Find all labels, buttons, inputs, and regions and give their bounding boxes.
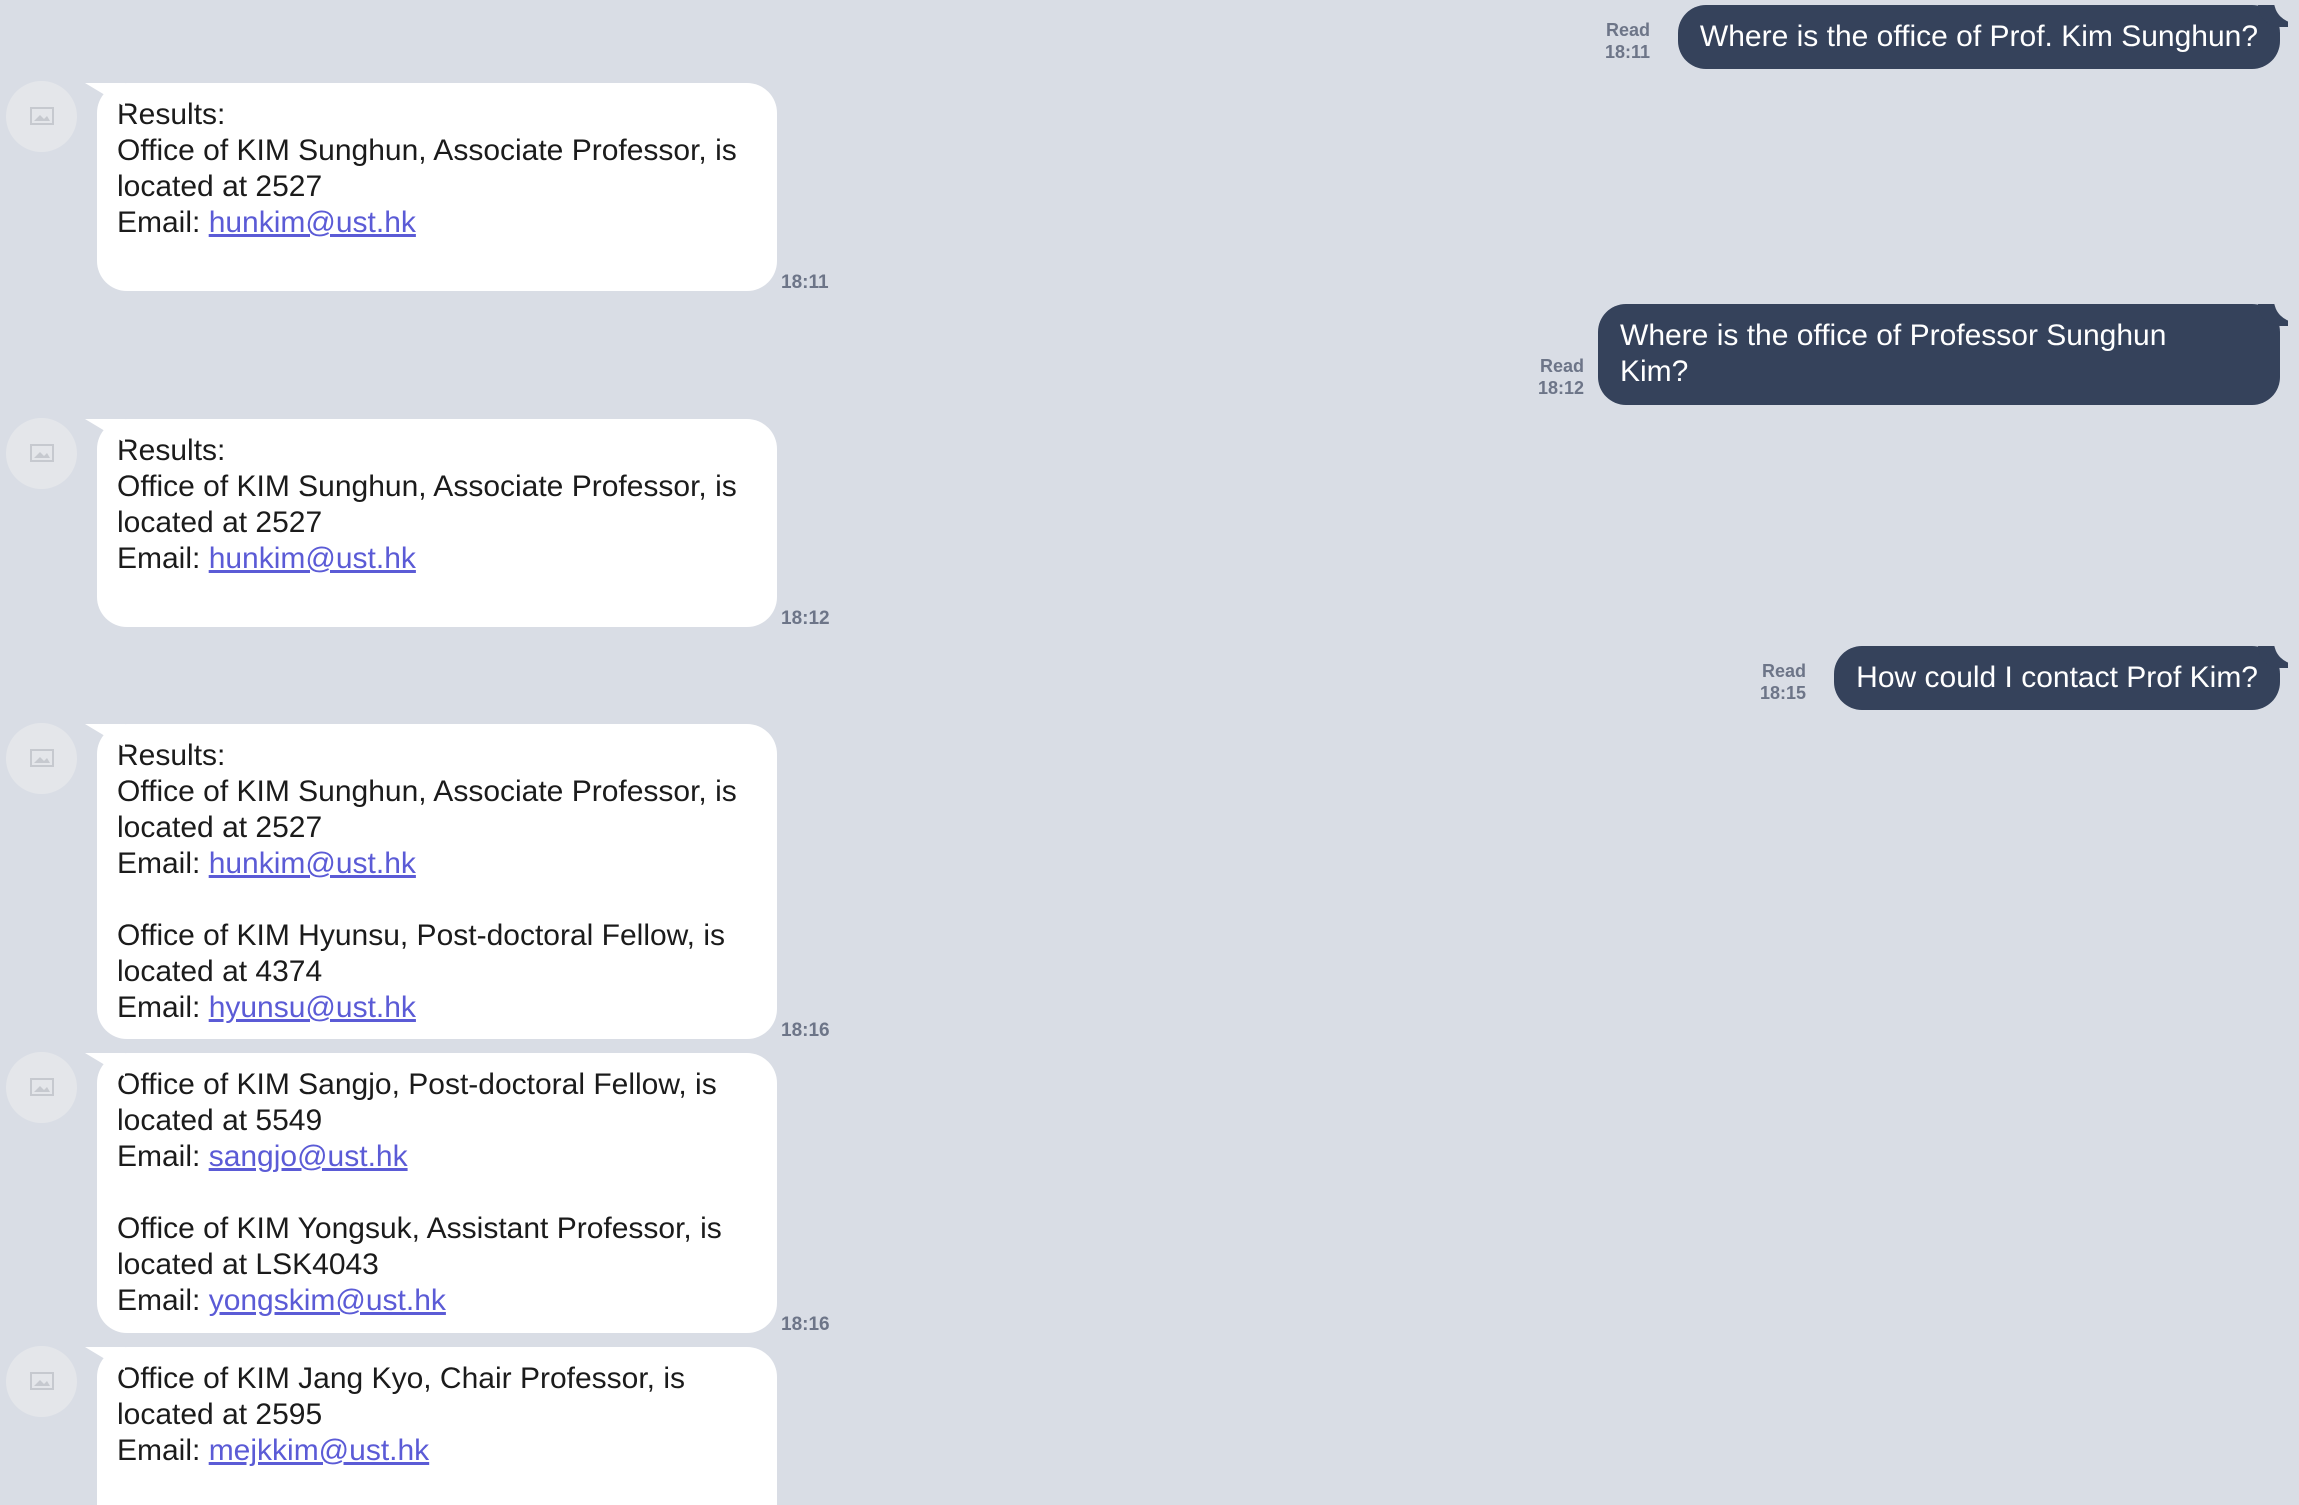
result-location: located at 2527 xyxy=(117,506,323,539)
read-receipt: Read 18:11 xyxy=(1580,19,1650,63)
incoming-bubble[interactable]: Results: Office of KIM Sunghun, Associat… xyxy=(97,419,777,627)
message-text: Where is the office of Prof. Kim Sunghun… xyxy=(1699,20,2258,53)
email-line: Email: hunkim@ust.hk xyxy=(117,541,757,577)
result-text: Office of KIM Yongsuk, Assistant Profess… xyxy=(117,1212,722,1245)
avatar[interactable] xyxy=(6,418,77,489)
read-status: Read xyxy=(1761,661,1806,681)
result-location: located at 2527 xyxy=(117,170,323,203)
image-placeholder-icon xyxy=(30,107,54,125)
results-label: Results: xyxy=(117,739,226,772)
email-link[interactable]: mejkkim@ust.hk xyxy=(209,1434,430,1467)
email-link[interactable]: hunkim@ust.hk xyxy=(209,206,416,239)
email-label: Email: xyxy=(117,1140,209,1173)
read-status: Read xyxy=(1539,356,1584,376)
results-label: Results: xyxy=(117,434,226,467)
incoming-bubble[interactable]: Office of KIM Sangjo, Post-doctoral Fell… xyxy=(97,1053,777,1333)
read-receipt: Read 18:15 xyxy=(1736,660,1806,704)
email-line: Email: yongskim@ust.hk xyxy=(117,1283,757,1319)
message-text: Where is the office of Professor Sunghun xyxy=(1620,319,2167,352)
image-placeholder-icon xyxy=(30,1372,54,1390)
message-text: Kim? xyxy=(1620,355,1689,388)
email-line: Email: mejkkim@ust.hk xyxy=(117,1433,757,1469)
email-label: Email: xyxy=(117,847,209,880)
avatar[interactable] xyxy=(6,1346,77,1417)
incoming-bubble[interactable]: Results: Office of KIM Sunghun, Associat… xyxy=(97,83,777,291)
image-placeholder-icon xyxy=(30,444,54,462)
email-link[interactable]: hyunsu@ust.hk xyxy=(209,991,416,1024)
result-location: located at 2527 xyxy=(117,811,323,844)
result-location: located at 5549 xyxy=(117,1104,323,1137)
email-label: Email: xyxy=(117,991,209,1024)
message-text: How could I contact Prof Kim? xyxy=(1856,661,2258,694)
message-time: 18:16 xyxy=(781,1020,830,1041)
message-time: 18:11 xyxy=(781,272,829,293)
message-time: 18:15 xyxy=(1759,683,1806,703)
email-label: Email: xyxy=(117,542,209,575)
result-text: Office of KIM Jang Kyo, Chair Professor,… xyxy=(117,1362,686,1395)
email-line: Email: sangjo@ust.hk xyxy=(117,1139,757,1175)
outgoing-bubble[interactable]: Where is the office of Professor Sunghun… xyxy=(1598,298,2299,405)
avatar[interactable] xyxy=(6,81,77,152)
image-placeholder-icon xyxy=(30,749,54,767)
result-location: located at LSK4043 xyxy=(117,1248,379,1281)
email-line: Email: hunkim@ust.hk xyxy=(117,205,757,241)
email-label: Email: xyxy=(117,1434,209,1467)
result-location: located at 4374 xyxy=(117,955,323,988)
read-receipt: Read 18:12 xyxy=(1514,355,1584,399)
email-link[interactable]: sangjo@ust.hk xyxy=(209,1140,408,1173)
results-label: Results: xyxy=(117,98,226,131)
result-location: located at 2595 xyxy=(117,1398,323,1431)
email-line: Email: hunkim@ust.hk xyxy=(117,846,757,882)
result-text: Office of KIM Sangjo, Post-doctoral Fell… xyxy=(117,1068,717,1101)
result-text: Office of KIM Sunghun, Associate Profess… xyxy=(117,470,737,503)
avatar[interactable] xyxy=(6,1052,77,1123)
email-link[interactable]: hunkim@ust.hk xyxy=(209,542,416,575)
read-status: Read xyxy=(1605,20,1650,40)
incoming-bubble[interactable]: Results: Office of KIM Sunghun, Associat… xyxy=(97,724,777,1039)
message-time: 18:12 xyxy=(1537,378,1584,398)
result-text: Office of KIM Sunghun, Associate Profess… xyxy=(117,134,737,167)
email-link[interactable]: yongskim@ust.hk xyxy=(209,1284,446,1317)
result-text: Office of KIM Sunghun, Associate Profess… xyxy=(117,775,737,808)
avatar[interactable] xyxy=(6,723,77,794)
message-time: 18:12 xyxy=(781,608,830,629)
message-time: 18:16 xyxy=(781,1314,830,1335)
email-line: Email: hyunsu@ust.hk xyxy=(117,990,757,1026)
image-placeholder-icon xyxy=(30,1078,54,1096)
incoming-bubble[interactable]: Office of KIM Jang Kyo, Chair Professor,… xyxy=(97,1347,777,1505)
message-time: 18:11 xyxy=(1604,42,1650,62)
outgoing-bubble[interactable]: How could I contact Prof Kim? xyxy=(1834,640,2299,710)
outgoing-bubble[interactable]: Where is the office of Prof. Kim Sunghun… xyxy=(1677,0,2299,69)
email-label: Email: xyxy=(117,1284,209,1317)
result-text: Office of KIM Hyunsu, Post-doctoral Fell… xyxy=(117,919,726,952)
email-link[interactable]: hunkim@ust.hk xyxy=(209,847,416,880)
email-label: Email: xyxy=(117,206,209,239)
